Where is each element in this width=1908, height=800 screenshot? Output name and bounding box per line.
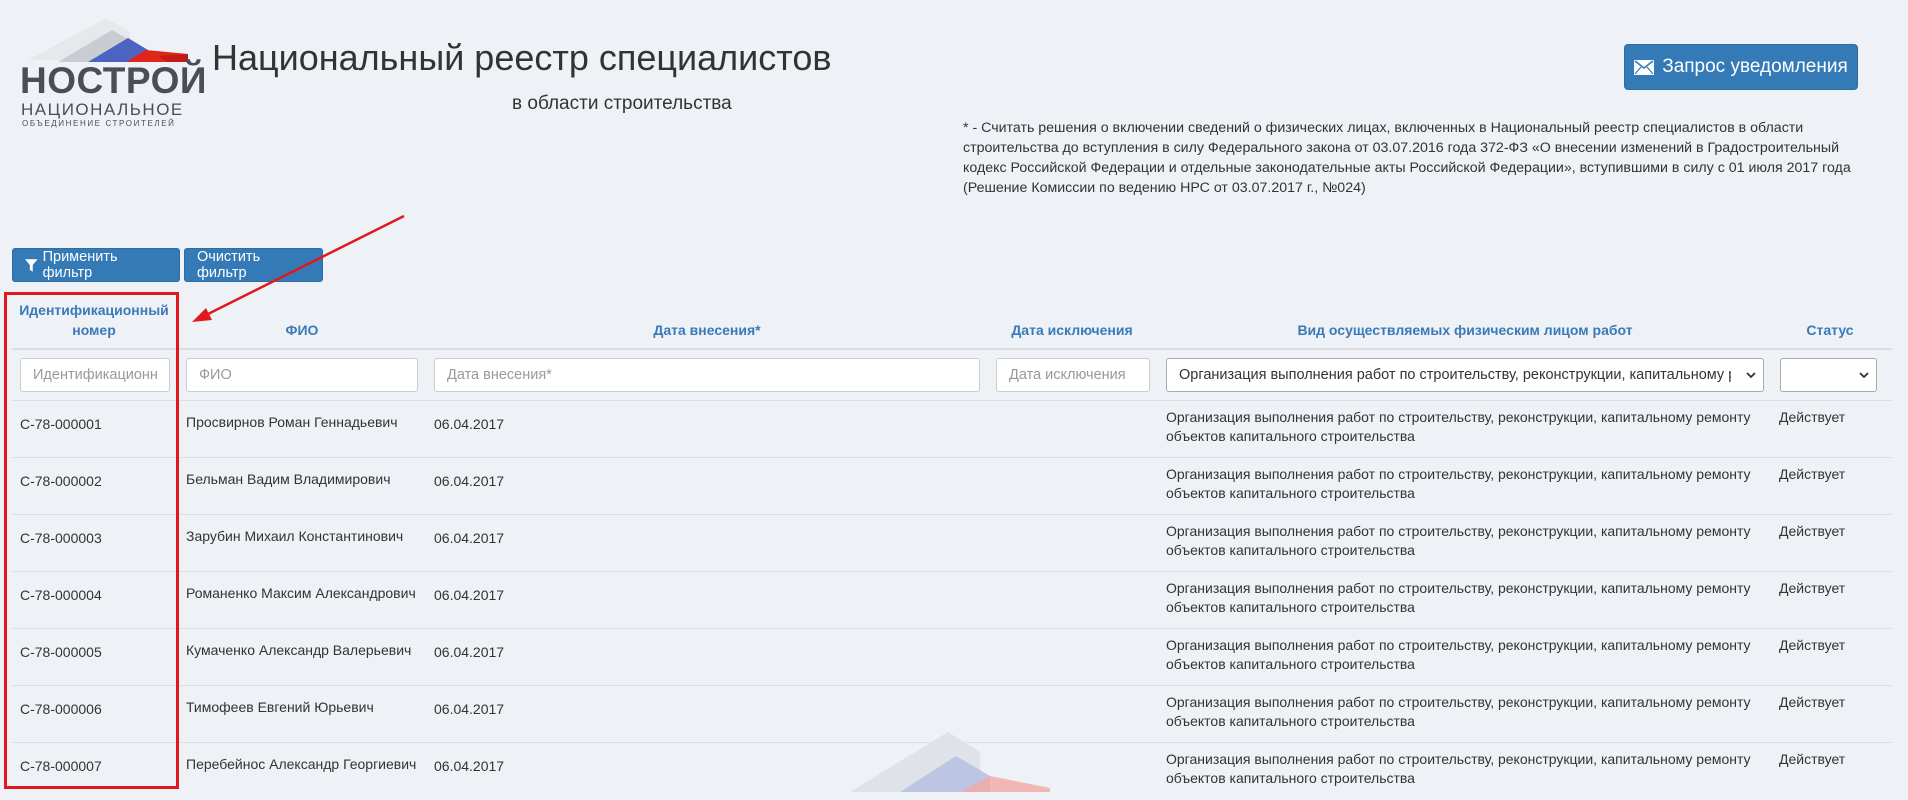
cell-work-type: Организация выполнения работ по строител… xyxy=(1166,580,1751,615)
legal-note: * - Считать решения о включении сведений… xyxy=(963,120,1851,196)
filter-icon xyxy=(25,258,38,272)
column-header-date-in[interactable]: Дата внесения* xyxy=(434,320,980,340)
logo-caption: ОБЪЕДИНЕНИЕ СТРОИТЕЛЕЙ xyxy=(22,119,176,128)
logo-title: НОСТРОЙ xyxy=(20,60,207,101)
status-filter-select[interactable] xyxy=(1780,358,1877,392)
logo-subtitle: НАЦИОНАЛЬНОЕ xyxy=(21,100,184,119)
cell-work-type: Организация выполнения работ по строител… xyxy=(1166,409,1751,444)
cell-status: Действует xyxy=(1779,523,1846,539)
cell-date-in: 06.04.2017 xyxy=(434,530,505,546)
cell-date-in: 06.04.2017 xyxy=(434,644,505,660)
watermark-roof-icon xyxy=(850,732,1050,792)
fio-filter-input[interactable] xyxy=(186,358,418,392)
cell-status: Действует xyxy=(1779,637,1846,653)
clear-filter-label: Очистить фильтр xyxy=(197,249,261,281)
table-row[interactable]: С-78-000002 Бельман Вадим Владимирович 0… xyxy=(12,457,1892,515)
chevron-down-icon xyxy=(1859,372,1869,379)
column-header-date-out[interactable]: Дата исключения xyxy=(994,320,1150,340)
table-row[interactable]: С-78-000001 Просвирнов Роман Геннадьевич… xyxy=(12,400,1892,458)
request-notification-label: Запрос уведомления xyxy=(1662,56,1848,77)
chevron-down-icon xyxy=(1746,372,1756,379)
page-subtitle: в области строительства xyxy=(512,93,732,114)
table-row[interactable]: С-78-000004 Романенко Максим Александров… xyxy=(12,571,1892,629)
cell-date-in: 06.04.2017 xyxy=(434,473,505,489)
cell-work-type: Организация выполнения работ по строител… xyxy=(1166,466,1751,501)
cell-fio: Романенко Максим Александрович xyxy=(186,585,416,601)
annotation-highlight-box xyxy=(4,292,179,789)
table-row[interactable]: С-78-000003 Зарубин Михаил Константинови… xyxy=(12,514,1892,572)
cell-date-in: 06.04.2017 xyxy=(434,587,505,603)
cell-fio: Бельман Вадим Владимирович xyxy=(186,471,391,487)
apply-filter-button[interactable]: Применить фильтр xyxy=(12,248,180,282)
cell-date-in: 06.04.2017 xyxy=(434,758,505,774)
column-header-status[interactable]: Статус xyxy=(1780,320,1880,340)
cell-status: Действует xyxy=(1779,409,1846,425)
cell-status: Действует xyxy=(1779,580,1846,596)
column-header-fio[interactable]: ФИО xyxy=(186,320,418,340)
table-row[interactable]: С-78-000005 Кумаченко Александр Валерьев… xyxy=(12,628,1892,686)
apply-filter-label: Применить фильтр xyxy=(42,249,118,281)
envelope-icon xyxy=(1634,59,1655,75)
date-out-filter-input[interactable] xyxy=(996,358,1150,392)
cell-work-type: Организация выполнения работ по строител… xyxy=(1166,523,1751,558)
cell-fio: Перебейнос Александр Георгиевич xyxy=(186,756,417,772)
cell-fio: Просвирнов Роман Геннадьевич xyxy=(186,414,398,430)
cell-status: Действует xyxy=(1779,466,1846,482)
cell-work-type: Организация выполнения работ по строител… xyxy=(1166,694,1751,729)
cell-date-in: 06.04.2017 xyxy=(434,416,505,432)
page-title: Национальный реестр специалистов xyxy=(212,37,832,78)
work-type-selected-value: Организация выполнения работ по строител… xyxy=(1179,367,1731,383)
date-in-filter-input[interactable] xyxy=(434,358,980,392)
cell-fio: Тимофеев Евгений Юрьевич xyxy=(186,699,374,715)
column-header-work[interactable]: Вид осуществляемых физическим лицом рабо… xyxy=(1166,320,1764,340)
cell-status: Действует xyxy=(1779,751,1846,767)
cell-fio: Зарубин Михаил Константинович xyxy=(186,528,404,544)
work-type-filter-select[interactable]: Организация выполнения работ по строител… xyxy=(1166,358,1764,392)
header-divider xyxy=(12,348,1892,350)
cell-status: Действует xyxy=(1779,694,1846,710)
nostroy-logo[interactable]: НОСТРОЙ НАЦИОНАЛЬНОЕ ОБЪЕДИНЕНИЕ СТРОИТЕ… xyxy=(18,18,206,128)
clear-filter-button[interactable]: Очистить фильтр xyxy=(184,248,323,282)
cell-fio: Кумаченко Александр Валерьевич xyxy=(186,642,412,658)
cell-work-type: Организация выполнения работ по строител… xyxy=(1166,637,1751,672)
cell-work-type: Организация выполнения работ по строител… xyxy=(1166,751,1751,786)
request-notification-button[interactable]: Запрос уведомления xyxy=(1624,44,1858,90)
cell-date-in: 06.04.2017 xyxy=(434,701,505,717)
